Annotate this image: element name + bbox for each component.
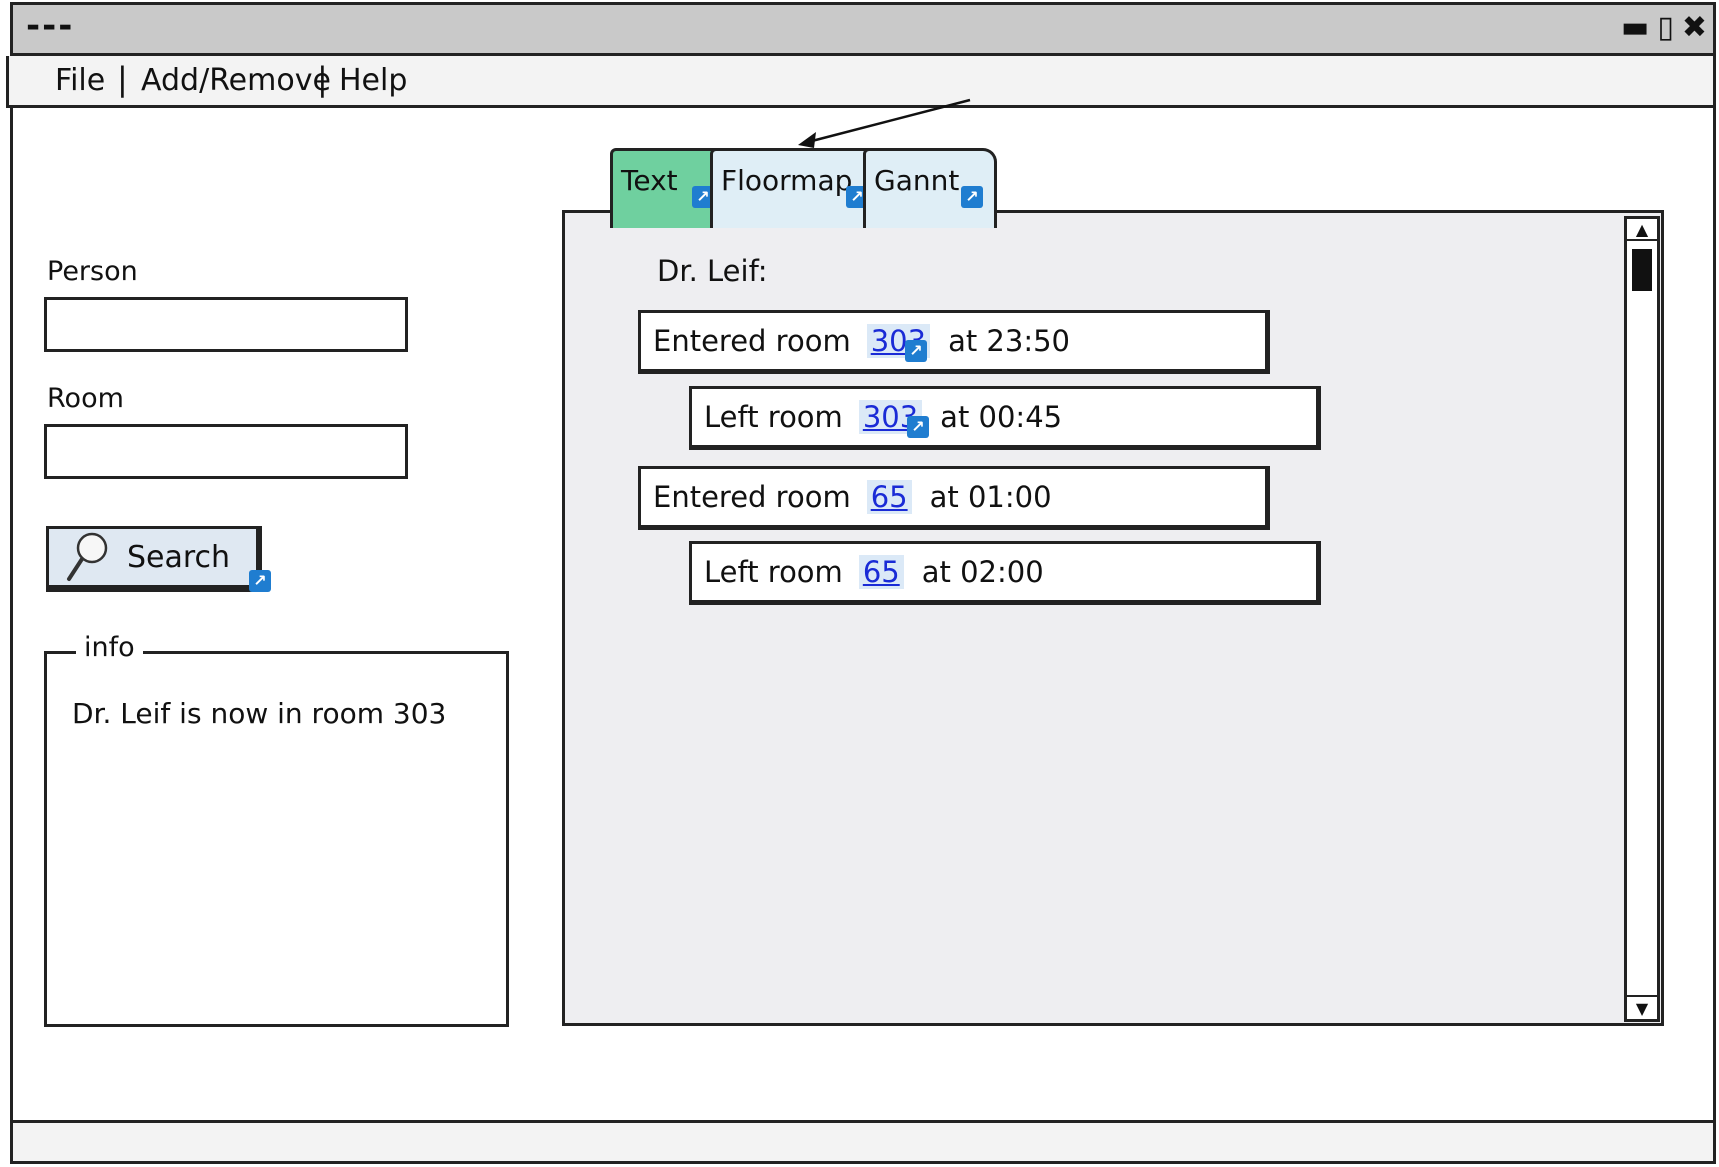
person-label: Person [47,256,138,287]
room-link[interactable]: 65 [866,480,912,514]
status-bar [10,1120,1716,1164]
menu-separator: | [117,60,128,98]
tab-label: Text [621,164,678,197]
vertical-scrollbar[interactable] [1624,216,1660,1022]
event-action: Left room [704,400,843,434]
event-time: at 01:00 [929,480,1052,514]
menu-file[interactable]: File [55,63,105,98]
event-action: Entered room [653,324,851,358]
menu-add-remove[interactable]: Add/Remove [141,63,331,98]
tab-label: Floormap [721,164,853,197]
room-input[interactable] [44,424,408,479]
menu-separator: | [317,60,328,98]
scroll-thumb[interactable] [1632,249,1652,291]
link-arrow-icon: ↗ [249,570,271,592]
info-text: Dr. Leif is now in room 303 [72,697,447,730]
event-time: at 02:00 [921,555,1044,589]
event-row: Entered room 303 at 23:50 [638,310,1270,374]
event-row: Left room 303 at 00:45 [689,386,1321,450]
annotation-arrow-icon [798,98,971,148]
event-row: Left room 65 at 02:00 [689,541,1321,605]
scroll-up-icon[interactable]: ▲ [1627,219,1657,241]
event-time: at 23:50 [948,324,1070,358]
info-legend: info [76,632,143,663]
window-title: --- [26,6,75,46]
link-arrow-icon: ↗ [961,186,983,208]
person-heading: Dr. Leif: [657,254,768,288]
minimize-icon[interactable]: ▬ [1621,10,1649,45]
maximize-icon[interactable]: ▯ [1657,10,1674,45]
link-arrow-icon: ↗ [905,340,927,362]
tab-label: Gannt [874,164,960,197]
link-arrow-icon: ↗ [907,416,929,438]
person-input[interactable] [44,297,408,352]
title-bar [10,2,1716,56]
event-action: Entered room [653,480,851,514]
close-icon[interactable]: ✖ [1682,10,1707,45]
search-button-label: Search [127,539,231,575]
event-time: at 00:45 [940,400,1063,434]
window-controls: ▬ ▯ ✖ [1621,10,1707,45]
scroll-down-icon[interactable]: ▼ [1627,995,1657,1019]
menu-help[interactable]: Help [339,63,407,98]
search-button[interactable]: Search [46,526,262,592]
event-row: Entered room 65 at 01:00 [638,466,1270,530]
magnifier-icon [67,532,108,581]
event-action: Left room [704,555,843,589]
room-label: Room [47,383,124,414]
room-link[interactable]: 65 [858,555,904,589]
